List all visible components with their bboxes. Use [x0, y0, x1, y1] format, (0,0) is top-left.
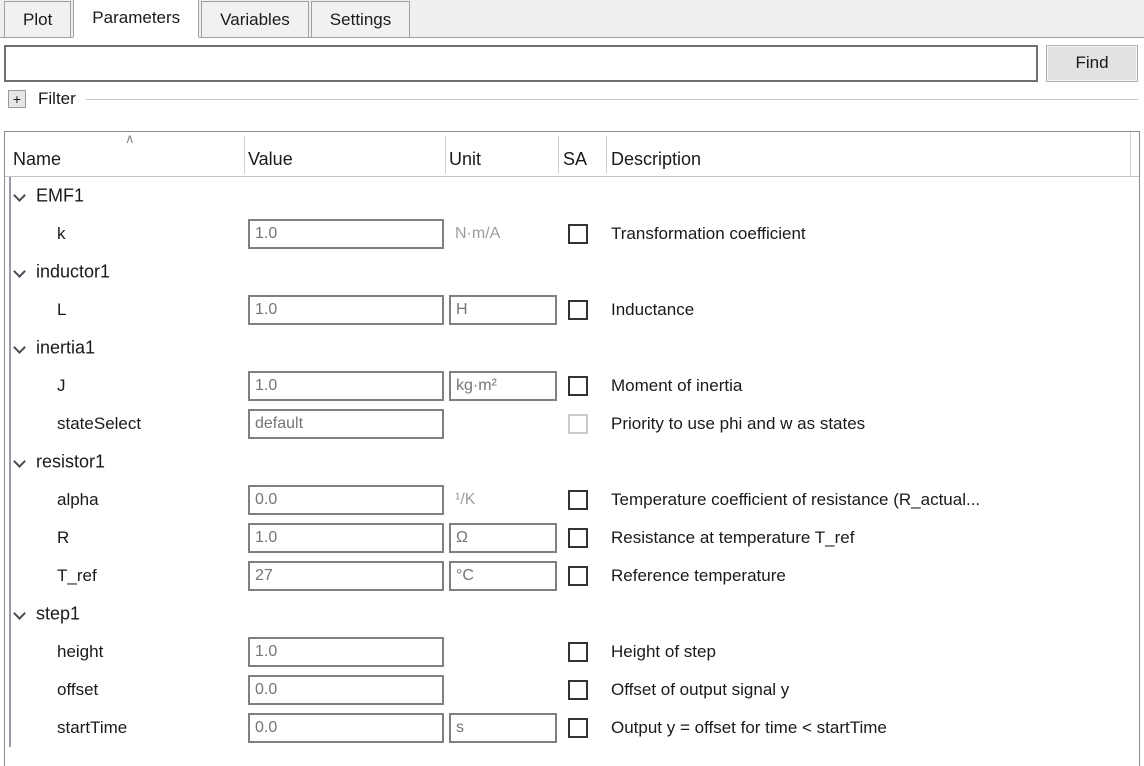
column-header-description[interactable]: Description: [611, 149, 701, 170]
parameter-description: Offset of output signal y: [611, 680, 790, 699]
unit-input-R[interactable]: [449, 523, 557, 553]
column-header-value[interactable]: Value: [248, 149, 293, 170]
table-group-row[interactable]: inertia1: [5, 329, 1139, 367]
column-header-sa[interactable]: SA: [563, 149, 587, 170]
table-row[interactable]: L Inductance: [5, 291, 1139, 329]
column-separator-description[interactable]: [606, 136, 607, 174]
parameter-description: Moment of inertia: [611, 376, 743, 395]
chevron-down-icon[interactable]: [14, 265, 28, 279]
header-right-divider: [1130, 132, 1131, 177]
group-name: resistor1: [36, 451, 106, 472]
table-header-row: Name ∧ Value Unit SA Description: [5, 132, 1139, 177]
chevron-down-icon[interactable]: [14, 455, 28, 469]
table-group-row[interactable]: resistor1: [5, 443, 1139, 481]
search-row: Find: [0, 38, 1144, 84]
value-input-R[interactable]: [248, 523, 444, 553]
unit-label-alpha: ¹/K: [455, 491, 476, 508]
sa-checkbox-stateSelect: [568, 414, 588, 434]
sa-checkbox-height[interactable]: [568, 642, 588, 662]
parameter-description: Resistance at temperature T_ref: [611, 528, 855, 547]
table-row[interactable]: T_ref Reference temperature: [5, 557, 1139, 595]
table-group-row[interactable]: EMF1: [5, 177, 1139, 215]
parameter-description: Output y = offset for time < startTime: [611, 718, 887, 737]
column-separator-sa[interactable]: [558, 136, 559, 174]
parameter-description: Temperature coefficient of resistance (R…: [611, 490, 981, 509]
value-input-k[interactable]: [248, 219, 444, 249]
parameter-name: alpha: [57, 490, 99, 509]
unit-input-startTime[interactable]: [449, 713, 557, 743]
value-input-startTime[interactable]: [248, 713, 444, 743]
chevron-down-icon[interactable]: [14, 341, 28, 355]
tab-plot[interactable]: Plot: [4, 1, 72, 37]
chevron-down-icon[interactable]: [14, 607, 28, 621]
sa-checkbox-J[interactable]: [568, 376, 588, 396]
table-group-row[interactable]: inductor1: [5, 253, 1139, 291]
group-name: EMF1: [36, 185, 85, 206]
table-row[interactable]: R Resistance at temperature T_ref: [5, 519, 1139, 557]
parameter-description: Transformation coefficient: [611, 224, 806, 243]
tab-parameters[interactable]: Parameters: [73, 0, 200, 38]
chevron-down-icon[interactable]: [14, 189, 28, 203]
filter-expander-icon[interactable]: +: [8, 90, 26, 108]
table-row[interactable]: stateSelect Priority to use phi and w as …: [5, 405, 1139, 443]
parameter-description: Reference temperature: [611, 566, 786, 585]
filter-divider: [85, 98, 1138, 100]
table-body: EMF1 k N·m/A Transformation coefficient indu…: [5, 177, 1139, 747]
tab-settings[interactable]: Settings: [310, 1, 411, 37]
group-name: inertia1: [36, 337, 96, 358]
value-input-alpha[interactable]: [248, 485, 444, 515]
sa-checkbox-startTime[interactable]: [568, 718, 588, 738]
value-input-T_ref[interactable]: [248, 561, 444, 591]
parameter-description: Priority to use phi and w as states: [611, 414, 866, 433]
search-input[interactable]: [4, 44, 1038, 82]
table-row[interactable]: J Moment of inertia: [5, 367, 1139, 405]
parameter-description: Inductance: [611, 300, 695, 319]
column-header-unit[interactable]: Unit: [449, 149, 481, 170]
parameter-name: L: [57, 300, 67, 319]
table-group-row[interactable]: step1: [5, 595, 1139, 633]
table-row[interactable]: startTime Output y = offset for time < st…: [5, 709, 1139, 747]
parameter-name: stateSelect: [57, 414, 142, 433]
parameter-description: Height of step: [611, 642, 716, 661]
unit-input-L[interactable]: [449, 295, 557, 325]
tab-variables[interactable]: Variables: [201, 1, 309, 37]
value-input-stateSelect[interactable]: [248, 409, 444, 439]
parameter-name: R: [57, 528, 70, 547]
parameter-name: T_ref: [57, 566, 97, 585]
find-button[interactable]: Find: [1046, 44, 1138, 82]
unit-input-J[interactable]: [449, 371, 557, 401]
parameter-name: k: [57, 224, 66, 243]
group-name: step1: [36, 603, 81, 624]
sa-checkbox-offset[interactable]: [568, 680, 588, 700]
value-input-offset[interactable]: [248, 675, 444, 705]
table-row[interactable]: alpha ¹/K Temperature coefficient of resis…: [5, 481, 1139, 519]
unit-input-T_ref[interactable]: [449, 561, 557, 591]
parameters-table: Name ∧ Value Unit SA Description EMF1 k N·m/A Tr…: [4, 131, 1140, 766]
column-separator-value[interactable]: [244, 136, 245, 174]
filter-row: + Filter: [0, 84, 1144, 114]
value-input-J[interactable]: [248, 371, 444, 401]
parameter-name: J: [57, 376, 66, 395]
group-name: inductor1: [36, 261, 111, 282]
sa-checkbox-L[interactable]: [568, 300, 588, 320]
table-row[interactable]: height Height of step: [5, 633, 1139, 671]
table-row[interactable]: k N·m/A Transformation coefficient: [5, 215, 1139, 253]
parameter-name: startTime: [57, 718, 128, 737]
sa-checkbox-alpha[interactable]: [568, 490, 588, 510]
filter-label: Filter: [38, 89, 76, 108]
parameter-name: offset: [57, 680, 99, 699]
sa-checkbox-R[interactable]: [568, 528, 588, 548]
table-row[interactable]: offset Offset of output signal y: [5, 671, 1139, 709]
unit-label-k: N·m/A: [455, 225, 501, 242]
sa-checkbox-k[interactable]: [568, 224, 588, 244]
column-header-name[interactable]: Name: [13, 149, 61, 170]
value-input-L[interactable]: [248, 295, 444, 325]
column-separator-unit[interactable]: [445, 136, 446, 174]
tab-bar: Plot Parameters Variables Settings: [0, 0, 1144, 38]
value-input-height[interactable]: [248, 637, 444, 667]
sort-ascending-icon: ∧: [125, 131, 135, 146]
parameter-name: height: [57, 642, 104, 661]
sa-checkbox-T_ref[interactable]: [568, 566, 588, 586]
